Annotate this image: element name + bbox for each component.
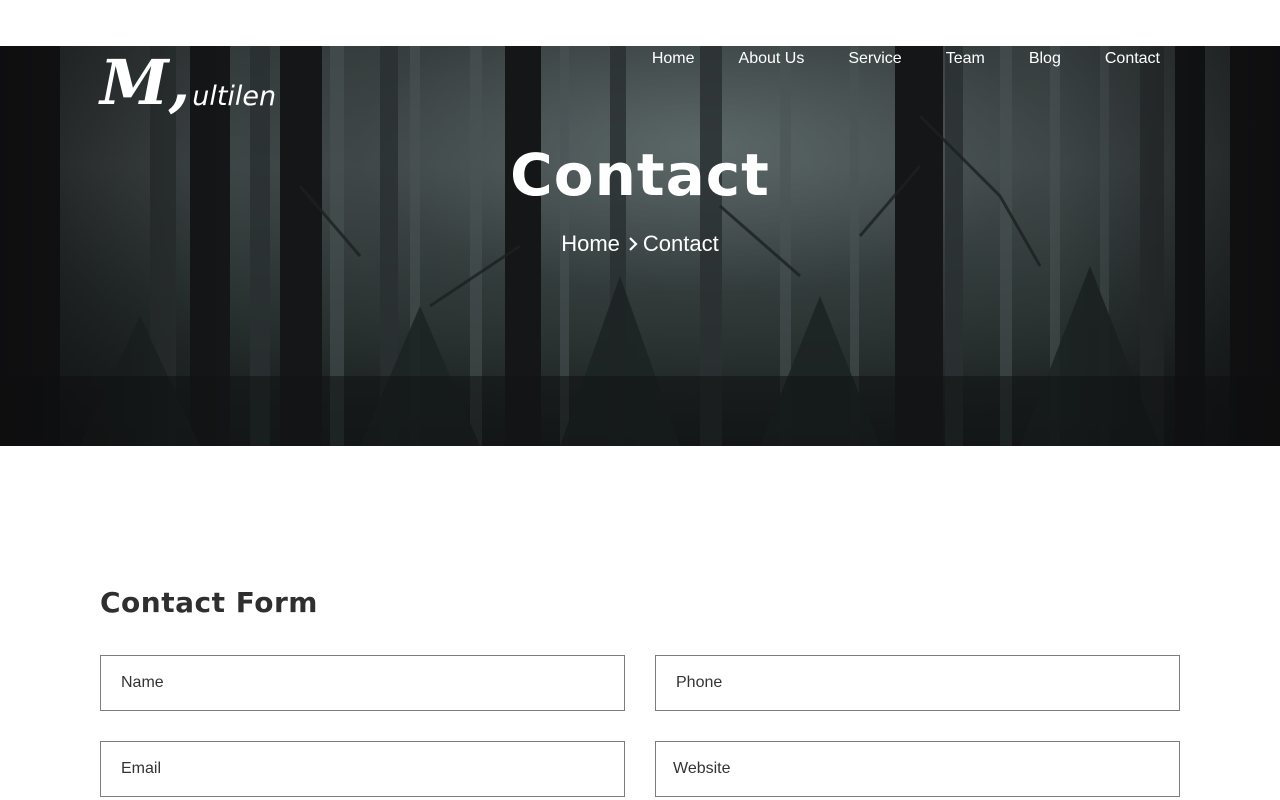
breadcrumb-current: Contact bbox=[642, 231, 719, 256]
main-nav: Home About Us Service Team Blog Contact bbox=[608, 48, 1160, 70]
page-title: Contact bbox=[510, 141, 770, 209]
nav-item-team[interactable]: Team bbox=[946, 48, 985, 70]
email-field[interactable] bbox=[100, 741, 625, 797]
contact-form-title: Contact Form bbox=[100, 586, 318, 619]
logo-initial: M, bbox=[100, 46, 191, 119]
chevron-right-icon bbox=[628, 230, 639, 260]
name-field[interactable] bbox=[100, 655, 625, 711]
breadcrumb-home-link[interactable]: Home bbox=[561, 231, 620, 256]
nav-item-service[interactable]: Service bbox=[848, 48, 901, 70]
nav-item-about-us[interactable]: About Us bbox=[739, 48, 805, 70]
phone-field[interactable] bbox=[655, 655, 1180, 711]
nav-item-contact[interactable]: Contact bbox=[1105, 48, 1160, 70]
site-logo[interactable]: M, ultilen bbox=[100, 50, 276, 114]
nav-item-home[interactable]: Home bbox=[652, 48, 695, 70]
breadcrumb: Home Contact bbox=[0, 229, 1280, 260]
website-field[interactable] bbox=[655, 741, 1180, 797]
logo-wordmark: ultilen bbox=[192, 81, 277, 112]
nav-item-blog[interactable]: Blog bbox=[1029, 48, 1061, 70]
